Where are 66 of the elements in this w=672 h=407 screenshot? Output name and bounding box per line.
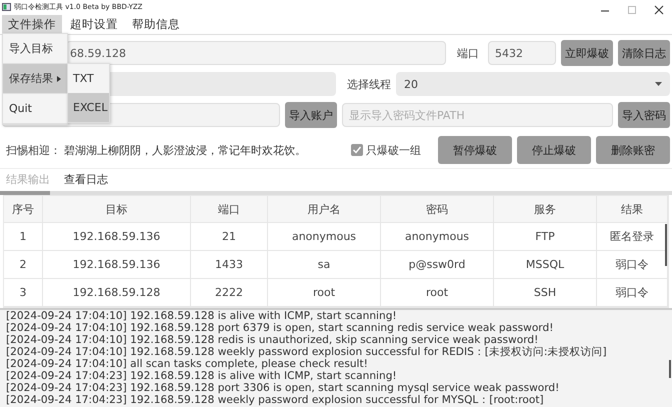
menu-item[interactable]: 文件操作 bbox=[2, 14, 62, 34]
action-button[interactable]: 立即爆破 bbox=[561, 40, 613, 66]
column-header: 服务 bbox=[494, 196, 596, 222]
table-cell: anonymous bbox=[268, 222, 380, 250]
table-cell: root bbox=[268, 278, 380, 306]
motto-label: 扫惕相迎： bbox=[5, 142, 62, 158]
tab[interactable]: 查看日志 bbox=[64, 172, 108, 186]
table-cell: root bbox=[380, 278, 494, 306]
table-cell: 192.168.59.136 bbox=[42, 250, 190, 278]
log-line: [2024-09-24 17:04:10] 192.168.59.128 redis is unauthorized, skip scanning service weak password! bbox=[6, 334, 540, 346]
table-cell: anonymous bbox=[380, 222, 494, 250]
close-icon bbox=[654, 5, 664, 15]
table-cell: 21 bbox=[190, 222, 268, 250]
menu-item[interactable]: 超时设置 bbox=[64, 14, 124, 34]
import-password-button[interactable]: 导入密码 bbox=[618, 102, 670, 128]
thread-label: 选择线程 bbox=[346, 76, 391, 92]
port-field[interactable]: 5432 bbox=[488, 41, 556, 65]
log-line: [2024-09-24 17:04:10] 192.168.59.128 is alive with ICMP, start scanning! bbox=[6, 310, 398, 322]
action-button[interactable]: 暂停爆破 bbox=[438, 136, 512, 164]
dropdown-caret-icon bbox=[655, 82, 662, 86]
table-cell: p@ssw0rd bbox=[380, 250, 494, 278]
motto-text: 碧湖湖上柳阴阴，人影澄波浸，常记年时欢花饮。 bbox=[64, 142, 307, 158]
menu-item[interactable]: 帮助信息 bbox=[126, 14, 186, 34]
log-line: [2024-09-24 17:04:23] 192.168.59.128 weekly password explosion successful for MYSQL：[root:root] bbox=[6, 394, 545, 406]
thread-combobox[interactable]: 20 bbox=[396, 72, 670, 96]
menu-entry[interactable]: 保存结果 bbox=[3, 64, 67, 94]
import-account-button[interactable]: 导入账户 bbox=[285, 102, 337, 128]
table-cell: FTP bbox=[494, 222, 596, 250]
menu-entry[interactable]: TXT bbox=[68, 64, 109, 93]
submenu-arrow-icon bbox=[57, 76, 61, 82]
table-cell: sa bbox=[268, 250, 380, 278]
table-cell: 192.168.59.128 bbox=[42, 278, 190, 306]
maximize-icon bbox=[627, 5, 637, 15]
scrollbar-thumb[interactable] bbox=[669, 360, 671, 378]
column-header: 端口 bbox=[190, 196, 268, 222]
checkbox[interactable] bbox=[351, 144, 363, 156]
table-cell: MSSQL bbox=[494, 250, 596, 278]
table-cell: 192.168.59.136 bbox=[42, 222, 190, 250]
port-label: 端口 bbox=[456, 46, 479, 60]
table-cell: 3 bbox=[4, 278, 42, 306]
column-header: 结果 bbox=[596, 196, 668, 222]
column-header: 序号 bbox=[4, 196, 42, 222]
column-header: 用户名 bbox=[268, 196, 380, 222]
action-button[interactable]: 删除账密 bbox=[596, 136, 670, 164]
column-header: 密码 bbox=[380, 196, 494, 222]
action-button[interactable]: 清除日志 bbox=[618, 40, 670, 66]
action-button[interactable]: 停止爆破 bbox=[517, 136, 591, 164]
log-line: [2024-09-24 17:04:23] 192.168.59.128 is alive with ICMP, start scanning! bbox=[6, 370, 398, 382]
log-line: [2024-09-24 17:04:10] 192.168.59.128 port 6379 is open, start scanning redis service weak password! bbox=[6, 322, 554, 334]
thread-value: 20 bbox=[404, 78, 418, 90]
password-path-field[interactable]: 显示导入密码文件PATH bbox=[342, 103, 613, 127]
app-icon bbox=[2, 3, 11, 11]
log-line: [2024-09-24 17:04:10] all scan tasks complete, please check result! bbox=[6, 358, 369, 370]
scrollbar-thumb[interactable] bbox=[665, 224, 667, 266]
checkbox-label: 只爆破一组 bbox=[366, 142, 421, 158]
table-cell: 2222 bbox=[190, 278, 268, 306]
menu-entry[interactable]: EXCEL bbox=[68, 93, 109, 122]
column-header: 目标 bbox=[42, 196, 190, 222]
target-field[interactable]: 68.59.128 bbox=[66, 41, 446, 65]
table-cell: 1433 bbox=[190, 250, 268, 278]
log-line: [2024-09-24 17:04:10] 192.168.59.128 weekly password explosion successful for REDIS：[未授权访问:未授权访问] bbox=[6, 346, 608, 358]
table-cell: 1 bbox=[4, 222, 42, 250]
log-line: [2024-09-24 17:04:23] 192.168.59.128 port 3306 is open, start scanning mysql service weak password! bbox=[6, 382, 560, 394]
table-cell: SSH bbox=[494, 278, 596, 306]
table-cell: 2 bbox=[4, 250, 42, 278]
table-cell: 弱口令 bbox=[596, 278, 668, 306]
